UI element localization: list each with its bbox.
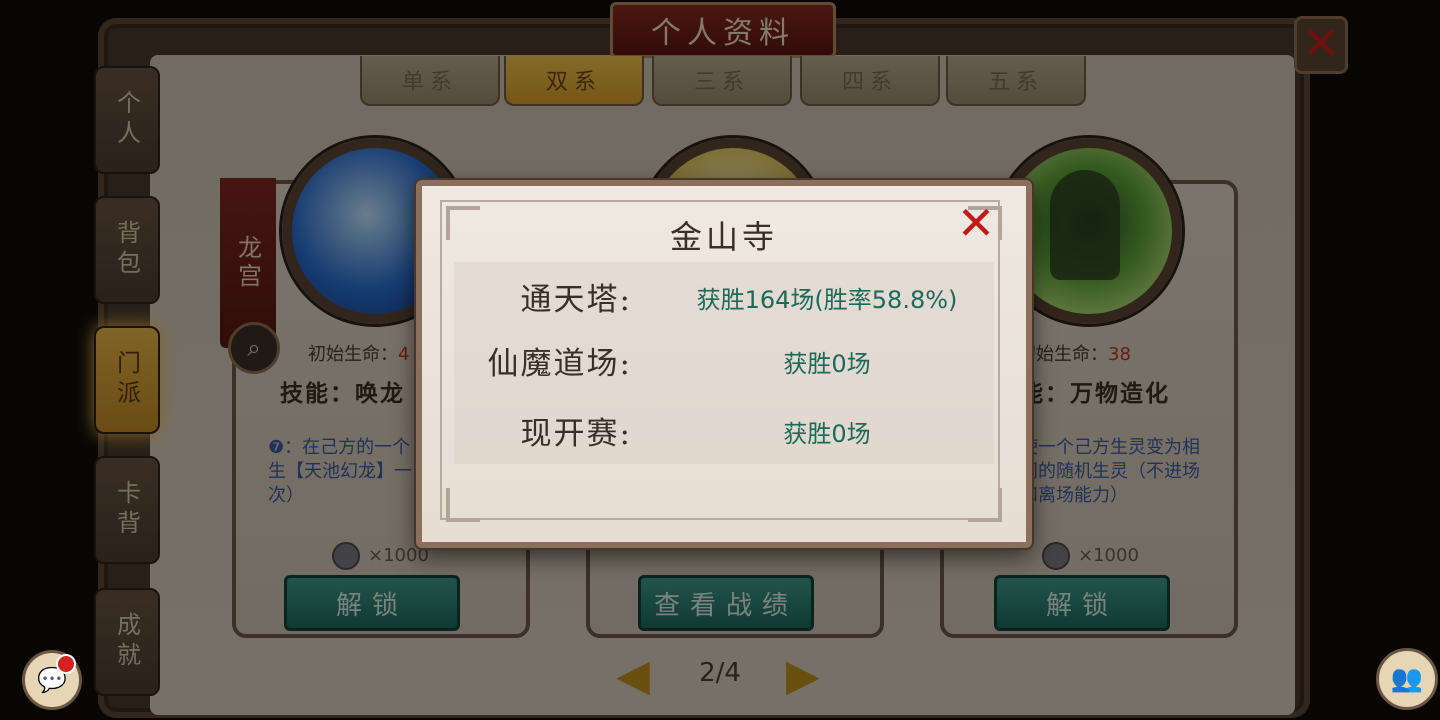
stat-value-tower: 获胜164场(胜率58.8%) (696, 286, 958, 314)
stat-value-arena: 获胜0场 (783, 350, 871, 378)
dialog-title: 金山寺 (669, 218, 778, 256)
stat-label-tower: 通天塔: (520, 282, 632, 318)
stat-value-open: 获胜0场 (783, 420, 871, 448)
corner-ornament (968, 488, 1002, 522)
friends-icon[interactable]: 👥 (1376, 648, 1438, 710)
corner-ornament (446, 488, 480, 522)
stat-label-open: 现开赛: (520, 416, 632, 452)
notification-dot (56, 654, 76, 674)
stat-label-arena: 仙魔道场: (487, 346, 632, 382)
sect-stats-dialog: 金山寺 ✕ 通天塔: 获胜164场(胜率58.8%) 仙魔道场: 获胜0场 现开… (416, 180, 1032, 548)
close-icon[interactable]: ✕ (952, 200, 1000, 248)
